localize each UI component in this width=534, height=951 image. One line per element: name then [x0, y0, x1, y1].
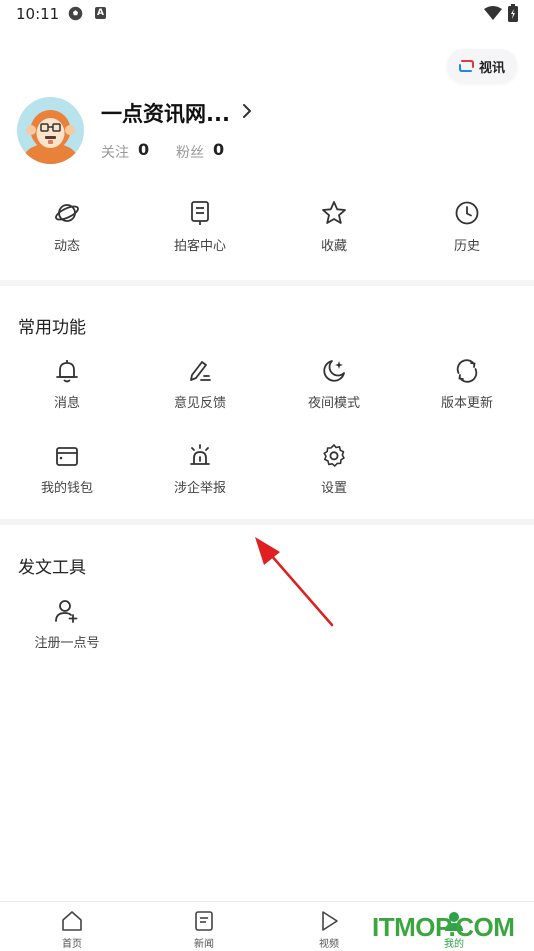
user-add-icon	[55, 600, 78, 623]
publish-tool-label: 注册一点号	[34, 636, 100, 651]
function-feedback[interactable]: 意见反馈	[150, 358, 250, 418]
function-version-update[interactable]: 版本更新	[417, 358, 517, 418]
function-messages[interactable]: 消息	[17, 358, 117, 418]
function-wallet[interactable]: 我的钱包	[17, 443, 117, 503]
home-icon	[62, 911, 82, 931]
keyboard-a-icon: A	[95, 7, 106, 19]
section-divider	[0, 519, 534, 525]
publish-register-account[interactable]: 注册一点号	[17, 598, 117, 658]
tab-home[interactable]: 首页	[42, 910, 102, 950]
watermark-text: ITMOP.COM	[372, 912, 515, 942]
function-label: 意见反馈	[173, 396, 226, 411]
star-icon	[322, 201, 346, 224]
quick-action-favorites[interactable]: 收藏	[284, 200, 384, 260]
video-news-button[interactable]: 视讯	[447, 49, 517, 83]
video-loop-icon	[459, 60, 474, 72]
video-news-label: 视讯	[479, 61, 506, 76]
moon-icon	[323, 360, 345, 382]
user-name[interactable]: 一点资讯网...	[101, 98, 230, 128]
status-bar: 10:11 A	[0, 0, 534, 28]
tab-label: 首页	[62, 939, 82, 950]
publish-tools-title: 发文工具	[18, 558, 86, 578]
camera-book-icon	[191, 201, 209, 225]
annotation-arrow-icon	[255, 537, 334, 627]
planet-icon	[55, 204, 79, 222]
quick-action-label: 收藏	[320, 239, 347, 254]
battery-icon	[508, 4, 518, 22]
quick-action-feed[interactable]: 动态	[17, 200, 117, 260]
wifi-icon	[484, 6, 502, 20]
function-label: 我的钱包	[40, 481, 93, 496]
fans-label[interactable]: 粉丝	[176, 142, 204, 162]
news-icon	[195, 911, 213, 931]
function-label: 夜间模式	[307, 396, 360, 411]
quick-action-label: 拍客中心	[173, 239, 226, 254]
following-count[interactable]: 0	[138, 140, 149, 159]
function-night-mode[interactable]: 夜间模式	[284, 358, 384, 418]
common-functions-title: 常用功能	[18, 318, 86, 338]
quick-action-label: 历史	[453, 239, 480, 254]
chevron-right-icon[interactable]	[240, 103, 254, 119]
tab-label: 视频	[319, 939, 339, 950]
section-divider	[0, 280, 534, 286]
avatar[interactable]	[17, 97, 84, 164]
following-label[interactable]: 关注	[101, 142, 129, 162]
tab-video[interactable]: 视频	[299, 910, 359, 950]
pen-icon	[190, 361, 211, 381]
status-time: 10:11	[16, 5, 60, 23]
function-label: 设置	[320, 481, 347, 496]
function-label: 版本更新	[440, 396, 493, 411]
function-settings[interactable]: 设置	[284, 443, 384, 503]
alarm-icon	[190, 444, 210, 465]
function-label: 涉企举报	[173, 481, 226, 496]
soccer-ball-icon	[68, 6, 83, 21]
monkey-avatar-icon	[17, 97, 84, 164]
tab-news[interactable]: 新闻	[174, 910, 234, 950]
fans-count[interactable]: 0	[213, 140, 224, 159]
function-label: 消息	[53, 396, 80, 411]
refresh-icon	[456, 359, 478, 383]
quick-action-paike-center[interactable]: 拍客中心	[150, 200, 250, 260]
quick-action-label: 动态	[53, 239, 80, 254]
function-enterprise-report[interactable]: 涉企举报	[150, 443, 250, 503]
tab-label: 新闻	[194, 939, 214, 950]
wallet-icon	[56, 447, 78, 466]
quick-action-history[interactable]: 历史	[417, 200, 517, 260]
gear-icon	[323, 444, 345, 467]
play-icon	[322, 911, 338, 931]
bell-icon	[56, 360, 78, 383]
clock-icon	[455, 201, 479, 225]
